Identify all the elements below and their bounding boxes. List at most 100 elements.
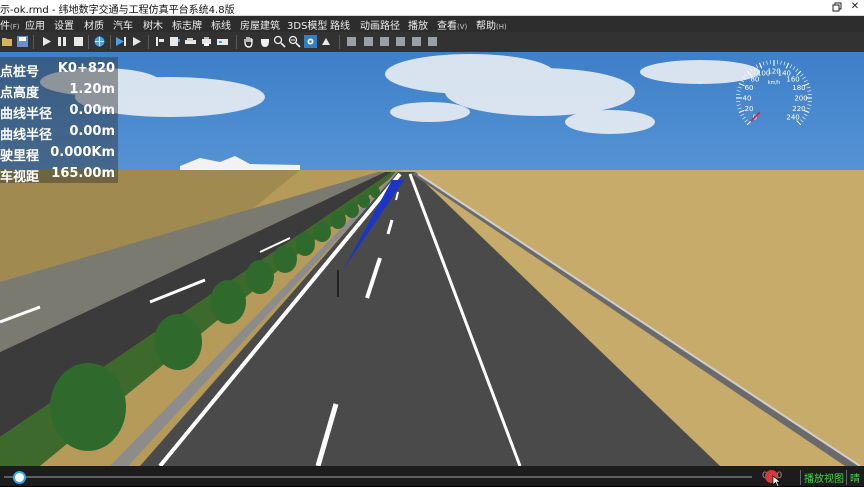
speedometer-tick [750, 69, 753, 72]
marker-icon[interactable] [153, 35, 166, 48]
camera-icon[interactable] [168, 35, 181, 48]
speedometer-tick [742, 77, 745, 79]
speedometer: 020406080100120140160180200220240 km/h [722, 58, 826, 138]
window-title: 示-ok.rmd - 纬地数字交通与工程仿真平台系统4.8版 [0, 1, 235, 16]
speedometer-tick [742, 117, 745, 119]
menu-route[interactable]: 路线 [330, 17, 350, 32]
globe-icon[interactable] [93, 35, 106, 48]
menu-play[interactable]: 播放 [408, 17, 428, 32]
menu-animation-path[interactable]: 动画路径 [360, 17, 400, 32]
speedometer-label: 220 [792, 105, 805, 113]
pause-icon[interactable] [56, 35, 69, 48]
speedometer-tick [739, 83, 745, 85]
speedometer-tick [807, 91, 811, 92]
stop-icon[interactable] [72, 35, 85, 48]
cube-view-3-icon[interactable] [378, 35, 391, 48]
menu-signs[interactable]: 标志牌 [172, 17, 202, 32]
speedometer-tick [745, 74, 748, 77]
info-row-curve-radius-2: 曲线半径0.00m [0, 122, 118, 142]
speedometer-label: 200 [794, 95, 807, 103]
menu-file[interactable]: 件(F) [0, 17, 20, 32]
move-view-icon[interactable] [320, 35, 333, 48]
info-row-mileage: 驶里程0.000Km [0, 143, 118, 163]
playback-slider-track[interactable] [4, 476, 752, 478]
menu-material[interactable]: 材质 [84, 17, 104, 32]
save-icon[interactable] [16, 35, 29, 48]
zoom-out-icon[interactable] [288, 35, 301, 48]
pan-hand-icon[interactable] [242, 35, 255, 48]
cube-view-1-icon[interactable] [345, 35, 358, 48]
speedometer-tick [790, 64, 792, 68]
speedometer-tick [784, 62, 785, 66]
title-bar: 示-ok.rmd - 纬地数字交通与工程仿真平台系统4.8版 ✕ [0, 0, 864, 16]
menu-help[interactable]: 帮助(H) [476, 17, 507, 32]
menu-bar: 件(F) 应用 设置 材质 汽车 树木 标志牌 标线 房屋建筑 3DS模型 路线… [0, 16, 864, 32]
menu-view[interactable]: 查看(V) [437, 17, 467, 32]
grab-hand-icon[interactable] [258, 35, 271, 48]
play-forward-icon[interactable] [114, 35, 127, 48]
speedometer-tick [807, 108, 811, 109]
info-panel: 点桩号K0+820 点高度1.20m 曲线半径0.00m 曲线半径0.00m 驶… [0, 57, 118, 183]
play-icon[interactable] [40, 35, 53, 48]
speedometer-tick [739, 110, 745, 112]
speedometer-tick [804, 80, 808, 82]
open-file-icon[interactable] [1, 35, 14, 48]
toolbar-separator [236, 35, 237, 49]
menu-buildings[interactable]: 房屋建筑 [240, 17, 280, 32]
speedometer-tick [763, 62, 764, 66]
speedometer-tick [802, 77, 805, 79]
speedometer-tick [800, 74, 803, 77]
info-row-station: 点桩号K0+820 [0, 59, 118, 79]
step-forward-icon[interactable] [130, 35, 143, 48]
speedometer-tick [802, 117, 805, 119]
close-window-button[interactable]: ✕ [846, 0, 864, 15]
playback-bar: 0:00 播放视图 晴 [0, 466, 864, 486]
speedometer-tick [796, 69, 799, 72]
cube-view-4-icon[interactable] [394, 35, 407, 48]
menu-trees[interactable]: 树木 [143, 17, 163, 32]
speedometer-tick [781, 61, 782, 65]
speedometer-tick [804, 114, 808, 116]
toolbar-separator [88, 35, 89, 49]
clouds [40, 54, 760, 134]
speedometer-tick [793, 66, 795, 69]
cube-view-5-icon[interactable] [410, 35, 423, 48]
speedometer-tick [745, 120, 748, 123]
speedometer-tick [807, 87, 811, 88]
speedometer-tick [738, 108, 742, 109]
speedometer-label: 40 [743, 95, 752, 103]
info-row-height: 点高度1.20m [0, 80, 118, 100]
car-2-icon[interactable] [216, 35, 229, 48]
menu-settings[interactable]: 设置 [54, 17, 74, 32]
mouse-cursor-icon [772, 475, 782, 487]
weather-status: 晴 [846, 470, 860, 485]
playback-slider-thumb[interactable] [13, 471, 26, 484]
menu-3ds-model[interactable]: 3DS模型 [287, 17, 327, 32]
speedometer-tick [753, 66, 755, 69]
menu-car[interactable]: 汽车 [113, 17, 133, 32]
menu-apply[interactable]: 应用 [25, 17, 45, 32]
speedometer-tick [740, 80, 744, 82]
speedometer-tick [740, 114, 744, 116]
speedometer-label: 20 [745, 105, 754, 113]
speedometer-tick [738, 87, 742, 88]
cube-view-2-icon[interactable] [362, 35, 375, 48]
car-icon[interactable] [184, 35, 197, 48]
print-icon[interactable] [200, 35, 213, 48]
info-row-curve-radius-1: 曲线半径0.00m [0, 101, 118, 121]
menu-markings[interactable]: 标线 [211, 17, 231, 32]
speedometer-tick [737, 91, 741, 92]
info-row-sight-distance: 车视距165.00m [0, 164, 118, 184]
view-eye-icon[interactable] [304, 35, 317, 48]
speedometer-label: 240 [786, 114, 799, 122]
speedometer-tick [756, 64, 758, 68]
play-view-button[interactable]: 播放视图 [800, 470, 844, 485]
zoom-in-icon[interactable] [273, 35, 286, 48]
speed-unit-label: km/h [768, 80, 781, 86]
toolbar-separator [110, 35, 111, 49]
cube-view-6-icon[interactable] [426, 35, 439, 48]
speedometer-label: 180 [792, 84, 805, 92]
toolbar-separator [33, 35, 34, 49]
speedometer-tick [786, 63, 788, 69]
speedometer-label: 160 [786, 75, 799, 83]
